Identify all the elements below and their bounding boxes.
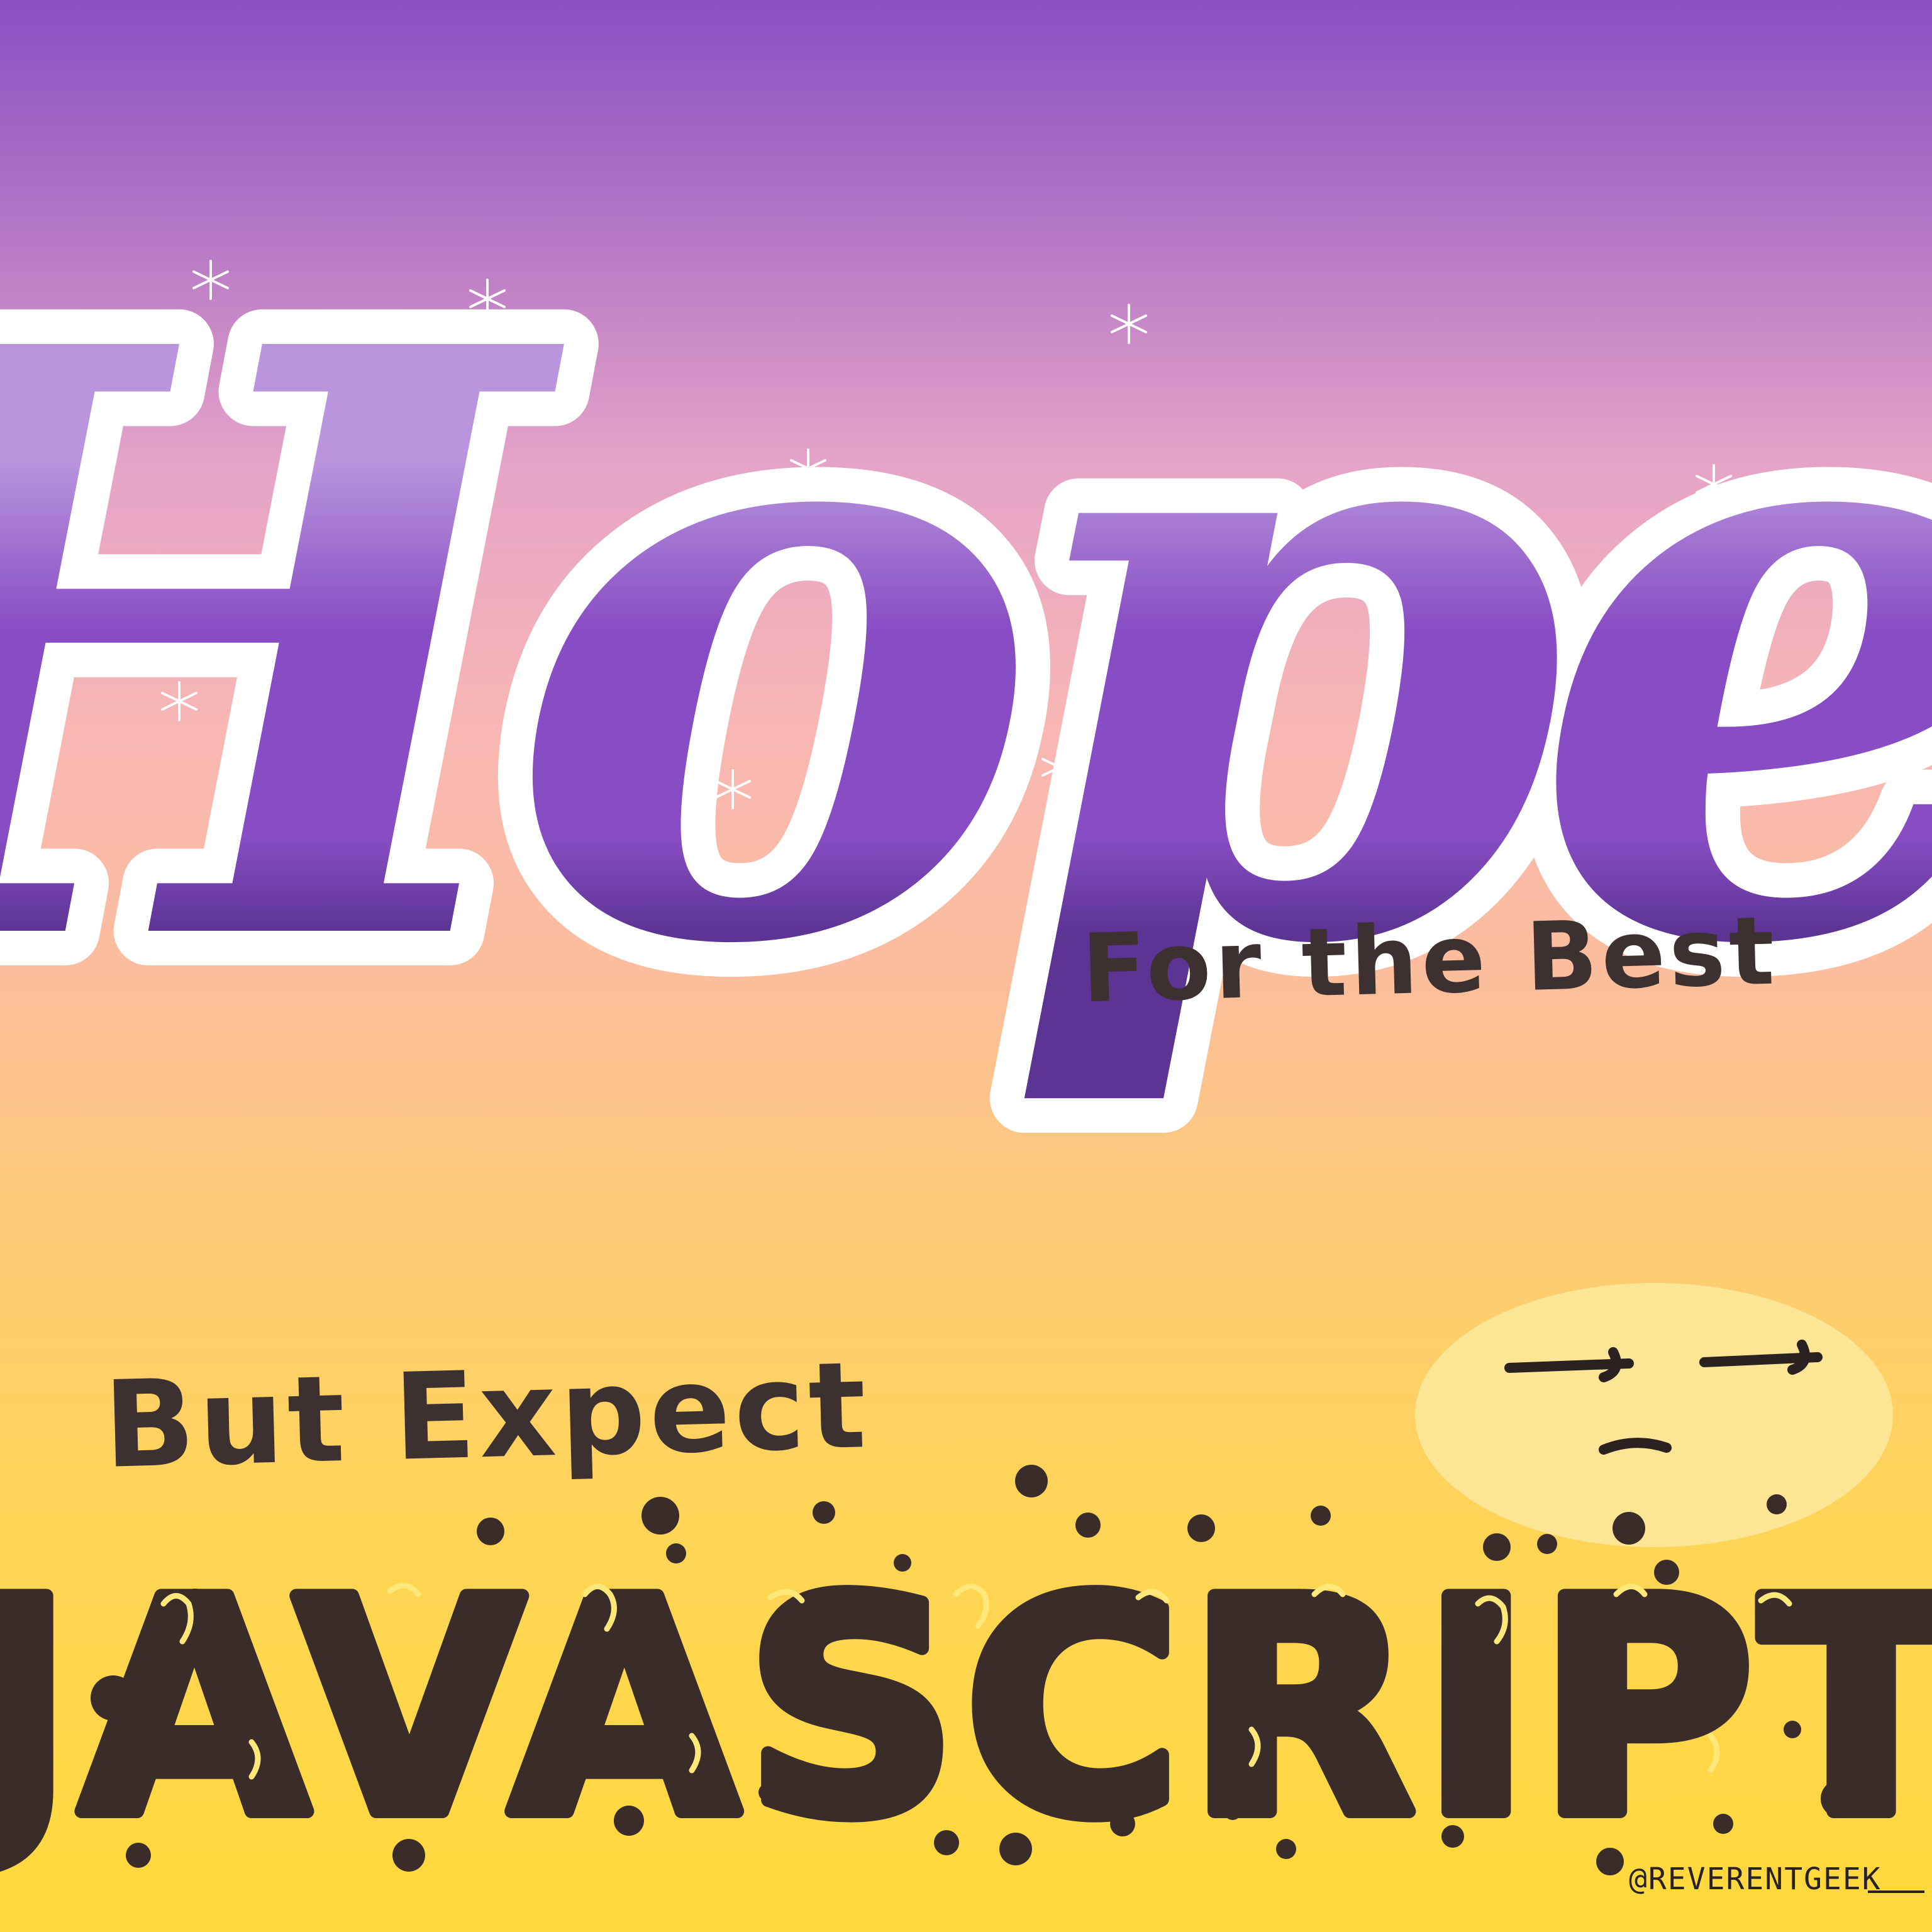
artist-credit: @REVERENTGEEK (1629, 1862, 1882, 1897)
headline-tagline: For the Best (1080, 896, 1780, 1024)
credit-underline (1868, 1890, 1924, 1893)
subline-javascript: JAVASCRIPT (0, 1459, 1932, 1899)
poster-canvas: Hope Hope For the Best But Expect (0, 0, 1932, 1932)
